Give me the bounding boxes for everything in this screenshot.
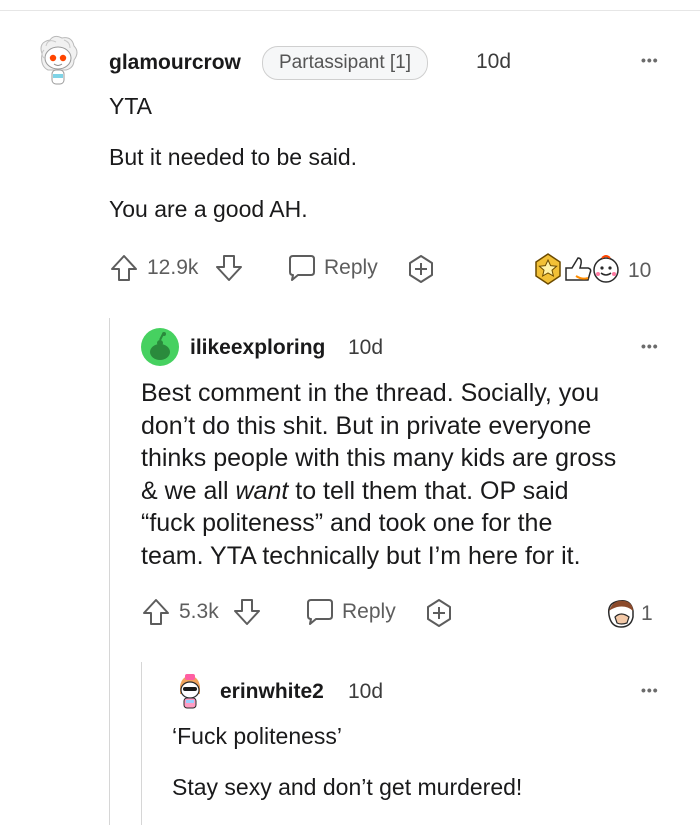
awards-strip[interactable] [532,252,624,286]
comment-bubble-icon [289,255,315,281]
vote-count: 12.9k [147,256,199,279]
comment-timestamp[interactable]: 10d [348,336,383,360]
comment-bubble-icon [307,599,333,625]
comment-timestamp[interactable]: 10d [476,50,511,74]
comment-body-line: You are a good AH. [109,196,308,222]
top-divider [0,10,700,11]
more-options-button[interactable]: ••• [641,50,659,70]
award-plus-icon [427,599,451,627]
comment-body-line: YTA [109,93,153,119]
awards-icons [535,253,619,285]
facepalm-award-icon [607,599,634,628]
comment-body-line: Stay sexy and don’t get murdered! [172,774,523,800]
comment-body: Best comment in the thread. Socially, yo… [141,377,681,572]
reply-label: Reply [342,600,396,623]
comment-username[interactable]: ilikeexploring [190,336,325,360]
avatar-erinwhite2[interactable] [172,672,208,712]
thread-line [109,318,110,825]
comment-body-line: ‘Fuck politeness’ [172,723,343,749]
downvote-button[interactable] [232,596,264,628]
awards-count: 10 [628,259,652,282]
user-flair-badge: Partassipant [1] [262,46,429,80]
comment-body-line: team. YTA technically but I’m here for i… [141,541,581,570]
comment-username[interactable]: erinwhite2 [220,680,324,704]
more-options-button[interactable]: ••• [641,336,659,356]
comment-body-line: thinks people with this many kids are gr… [141,444,617,472]
wholesome-award-icon [593,255,619,283]
downvote-button[interactable] [214,252,246,284]
upvote-button[interactable] [109,252,141,284]
award-button[interactable] [424,597,456,629]
avatar-ilikeexploring[interactable] [141,328,179,366]
awards-strip[interactable] [603,597,639,629]
comment-body-line: “fuck politeness” and took one for the [141,509,553,537]
vote-count: 5.3k [179,600,219,623]
text-run: to tell them that. OP said [288,476,569,505]
upvote-button[interactable] [141,596,173,628]
comment-timestamp[interactable]: 10d [348,680,383,704]
reply-button[interactable]: Reply [304,596,396,628]
reply-label: Reply [324,256,378,279]
thread-line [141,662,142,825]
comment-body-line: don’t do this shit. But in private every… [141,411,592,440]
award-plus-icon [409,255,433,283]
emphasis-text: want [235,476,289,505]
snoo-avatar-icon [40,35,78,85]
reply-button[interactable]: Reply [286,252,378,284]
comment-username[interactable]: glamourcrow [109,51,241,75]
snoo-avatar-icon [180,674,200,709]
text-run: & we all [141,476,236,505]
comment-body-line: But it needed to be said. [109,144,358,170]
award-button[interactable] [406,253,438,285]
snoo-avatar-icon [150,332,170,360]
comment-body-line: Best comment in the thread. Socially, yo… [141,379,600,407]
avatar-glamourcrow[interactable] [34,34,80,90]
comment-body-line: & we all want to tell them that. OP said [141,475,681,508]
thumbs-up-award-icon [565,257,592,281]
gold-award-icon [535,253,561,285]
upvote-arrow-icon [143,599,169,625]
more-options-button[interactable]: ••• [641,680,659,700]
downvote-arrow-icon [216,255,242,281]
upvote-arrow-icon [111,255,137,281]
downvote-arrow-icon [234,599,260,625]
awards-count: 1 [641,602,653,625]
